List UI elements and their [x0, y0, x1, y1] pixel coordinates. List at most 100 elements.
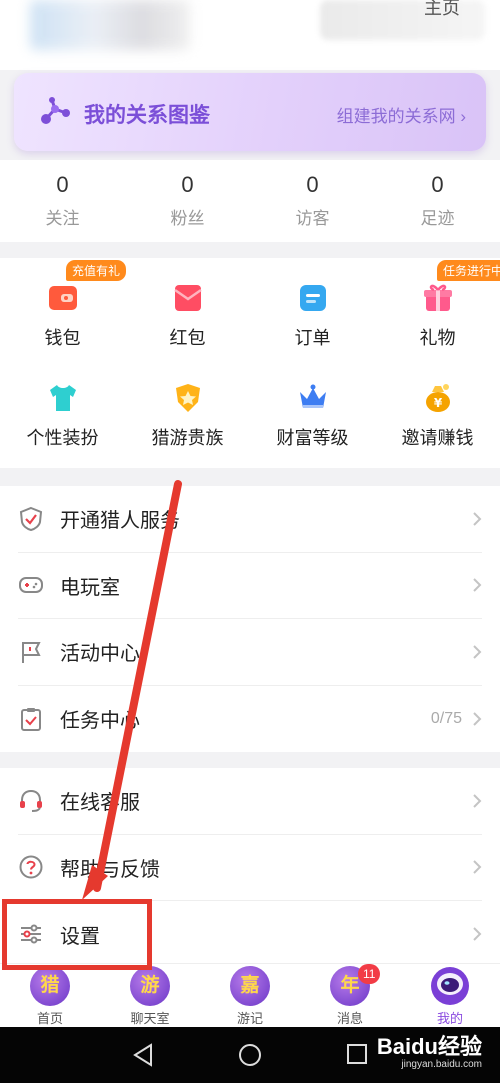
menu-label: 在线客服: [60, 792, 140, 815]
stat-label: 访客: [295, 209, 330, 228]
feature-label: 猎游贵族: [151, 428, 224, 448]
feature-dress-up[interactable]: 个性装扮: [0, 358, 125, 458]
build-relation-link[interactable]: 组建我的关系网 ›: [337, 102, 466, 127]
annotation-highlight-box: [2, 899, 152, 970]
feature-wallet[interactable]: 充值有礼 钱包: [0, 258, 127, 358]
menu-label: 任务中心: [60, 710, 140, 733]
watermark-url: jingyan.baidu.com: [401, 1059, 482, 1070]
crown-icon: [299, 384, 326, 408]
gamepad-icon: [19, 577, 43, 594]
feature-label: 红包: [169, 328, 206, 348]
chatroom-tab-icon: 游: [130, 966, 170, 1006]
stat-label: 粉丝: [170, 209, 205, 228]
menu-label: 电玩室: [60, 576, 120, 599]
feature-label: 钱包: [44, 328, 81, 348]
tshirt-icon: [49, 385, 76, 411]
home-circle-icon[interactable]: [238, 1043, 262, 1067]
astronaut-icon: [431, 967, 469, 1005]
feature-wealth-level[interactable]: 财富等级: [250, 358, 375, 458]
gift-icon: [423, 284, 452, 311]
stat-label: 足迹: [420, 209, 455, 228]
feature-order[interactable]: 订单: [250, 258, 375, 358]
money-bag-icon: ¥: [425, 384, 450, 412]
stats-row: 0 关注 0 粉丝 0 访客 0 足迹: [0, 160, 500, 242]
menu-item-online-service[interactable]: 在线客服: [18, 768, 482, 835]
unread-count-badge: 11: [358, 964, 381, 984]
recharge-gift-badge: 充值有礼: [66, 260, 127, 281]
tab-chatroom[interactable]: 游 聊天室: [100, 964, 200, 1027]
tab-travelogue[interactable]: 嘉 游记: [200, 964, 300, 1027]
baidu-jingyan-watermark: Baidu经验 jingyan.baidu.com: [376, 1034, 482, 1071]
tab-home[interactable]: 猎 首页: [0, 964, 100, 1027]
tab-mine[interactable]: 我的: [400, 964, 500, 1027]
task-in-progress-badge: 任务进行中: [437, 260, 500, 281]
stat-value: 0: [56, 172, 69, 197]
tab-label: 聊天室: [130, 1011, 170, 1026]
menu-item-task-center[interactable]: 任务中心 0/75: [18, 686, 482, 753]
clipboard-check-icon: [21, 707, 41, 731]
feature-red-envelope[interactable]: 红包: [125, 258, 250, 358]
feature-noble[interactable]: 猎游贵族: [125, 358, 250, 458]
feature-label: 个性装扮: [26, 428, 99, 448]
build-relation-link-text: 组建我的关系网: [336, 107, 456, 126]
tab-label: 我的: [436, 1011, 463, 1026]
profile-info-blurred[interactable]: [30, 0, 190, 50]
feature-label: 邀请赚钱: [401, 428, 474, 448]
svg-text:¥: ¥: [433, 396, 442, 410]
menu-item-hunter-service[interactable]: 开通猎人服务: [18, 486, 482, 553]
menu-label: 活动中心: [60, 643, 140, 666]
feature-invite-earn[interactable]: ¥ 邀请赚钱: [375, 358, 500, 458]
flag-icon: [22, 641, 41, 663]
recents-square-icon[interactable]: [346, 1043, 368, 1065]
wallet-icon: [48, 286, 77, 310]
travelogue-tab-icon: 嘉: [230, 966, 270, 1006]
menu-group-services: 开通猎人服务 电玩室 活动中心 任务中心 0/75: [0, 486, 500, 752]
chevron-right-icon: [473, 927, 482, 941]
home-tab-icon: 猎: [30, 966, 70, 1006]
chevron-right-icon: [473, 860, 482, 874]
task-progress-value: 0/75: [430, 709, 462, 727]
chevron-right-icon: [473, 578, 482, 592]
question-icon: [19, 855, 43, 879]
tab-label: 消息: [336, 1011, 363, 1026]
chevron-right-icon: [473, 645, 482, 659]
red-envelope-icon: [173, 285, 202, 311]
menu-label: 开通猎人服务: [60, 510, 180, 533]
tab-messages[interactable]: 年 11 消息: [300, 964, 400, 1027]
chevron-right-icon: [473, 794, 482, 808]
stat-label: 关注: [45, 209, 80, 228]
stat-footprints[interactable]: 0 足迹: [375, 160, 500, 242]
noble-badge-icon: [175, 384, 200, 412]
shield-check-icon: [19, 506, 43, 531]
stat-visitors[interactable]: 0 访客: [250, 160, 375, 242]
chevron-right-icon: [473, 512, 482, 526]
watermark-logo: Baidu经验: [376, 1034, 482, 1059]
stat-value: 0: [431, 172, 444, 197]
tab-label: 首页: [36, 1011, 63, 1026]
relation-network-icon: [41, 97, 70, 124]
menu-item-arcade[interactable]: 电玩室: [18, 553, 482, 619]
homepage-link[interactable]: 主页: [424, 0, 460, 20]
chevron-right-icon: ›: [460, 107, 466, 126]
headset-icon: [20, 789, 42, 812]
menu-item-activity-center[interactable]: 活动中心: [18, 619, 482, 686]
menu-label: 帮助与反馈: [60, 858, 160, 881]
order-icon: [299, 285, 326, 311]
menu-item-help-feedback[interactable]: 帮助与反馈: [18, 835, 482, 901]
relation-map-title: 我的关系图鉴: [84, 104, 210, 127]
profile-header: 主页: [0, 0, 500, 70]
tab-label: 游记: [236, 1011, 263, 1026]
back-triangle-icon[interactable]: [132, 1043, 154, 1067]
homepage-button-bg: [320, 0, 485, 40]
feature-gift[interactable]: 任务进行中 礼物: [375, 258, 500, 358]
bottom-tab-bar: 猎 首页 游 聊天室 嘉 游记 年 11 消息 我的: [0, 963, 500, 1027]
chevron-right-icon: [473, 712, 482, 726]
feature-label: 礼物: [419, 328, 456, 348]
system-navigation-bar: Baidu经验 jingyan.baidu.com: [0, 1027, 500, 1083]
feature-label: 订单: [294, 328, 331, 348]
relation-map-banner[interactable]: 我的关系图鉴 组建我的关系网 ›: [14, 73, 486, 151]
feature-grid-section: 充值有礼 钱包 红包 订单 任务进行中 礼物 个性装扮 猎游贵族 财富等级 ¥ …: [0, 258, 500, 468]
stat-value: 0: [181, 172, 194, 197]
stat-fans[interactable]: 0 粉丝: [125, 160, 250, 242]
stat-following[interactable]: 0 关注: [0, 160, 125, 242]
